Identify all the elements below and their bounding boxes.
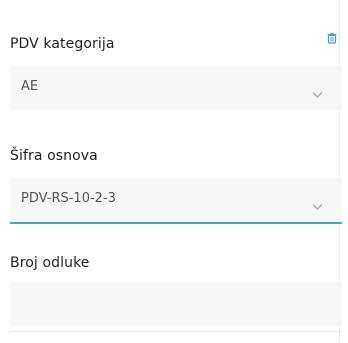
chevron-down-icon [312, 196, 323, 210]
basis-code-select[interactable]: PDV-RS-10-2-3 [10, 178, 342, 224]
basis-code-value: PDV-RS-10-2-3 [21, 191, 116, 206]
basis-code-label: Šifra osnova [10, 148, 98, 164]
vat-details-panel: PDV kategorija AE Šifra osnova PDV-RS-10… [0, 0, 348, 343]
chevron-down-icon [312, 84, 323, 98]
vat-category-label: PDV kategorija [10, 36, 115, 52]
divider [10, 331, 342, 332]
decision-number-input[interactable] [10, 282, 342, 326]
decision-number-label: Broj odluke [10, 255, 90, 271]
vat-category-value: AE [21, 79, 39, 94]
vat-category-select[interactable]: AE [10, 66, 342, 110]
trash-icon[interactable] [326, 29, 338, 44]
